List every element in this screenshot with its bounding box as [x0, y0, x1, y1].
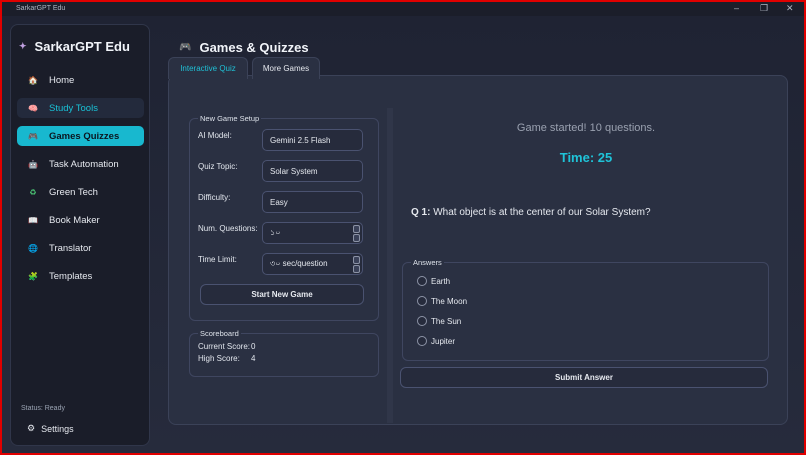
answer-label: Jupiter	[431, 336, 456, 346]
answer-label: The Moon	[431, 296, 468, 306]
title-bar: SarkarGPT Edu – ❐ ✕	[2, 2, 804, 16]
difficulty-select[interactable]: Easy	[262, 191, 363, 213]
num-questions-stepper[interactable]: ১০	[262, 222, 363, 244]
sidebar-item-home[interactable]: 🏠 Home	[17, 70, 144, 90]
num-questions-value: ১০	[270, 227, 281, 237]
home-icon: 🏠	[28, 75, 38, 85]
high-score-value: 4	[251, 354, 256, 363]
num-questions-label: Num. Questions:	[198, 224, 258, 233]
settings-button[interactable]: ⚙ Settings	[27, 423, 74, 434]
status-text: Status: Ready	[21, 405, 65, 412]
sidebar-item-games-quizzes[interactable]: 🎮 Games Quizzes	[17, 126, 144, 146]
book-icon: 📖	[28, 215, 38, 225]
current-score-value: 0	[251, 342, 256, 351]
gamepad-icon: 🎮	[179, 42, 192, 53]
sidebar-item-task-automation[interactable]: 🤖 Task Automation	[17, 154, 144, 174]
brand-name: SarkarGPT Edu	[34, 39, 130, 54]
sidebar-item-label: Translator	[49, 242, 92, 254]
answer-option[interactable]: The Moon	[417, 296, 467, 306]
answer-option[interactable]: The Sun	[417, 316, 461, 326]
answer-option[interactable]: Earth	[417, 276, 450, 286]
settings-label: Settings	[41, 423, 74, 434]
time-limit-value: ৩০ sec/question	[270, 258, 328, 268]
time-limit-label: Time Limit:	[198, 255, 237, 264]
close-button[interactable]: ✕	[786, 3, 794, 14]
logo-icon: ✦	[19, 41, 27, 51]
group-label: New Game Setup	[198, 114, 262, 123]
quiz-topic-input[interactable]: Solar System	[262, 160, 363, 182]
page-title-text: Games & Quizzes	[199, 40, 309, 55]
sidebar-item-templates[interactable]: 🧩 Templates	[17, 266, 144, 286]
app-window: SarkarGPT Edu – ❐ ✕ ✦ SarkarGPT Edu 🏠 Ho…	[2, 2, 804, 453]
sidebar-item-label: Home	[49, 74, 75, 86]
ai-model-select[interactable]: Gemini 2.5 Flash	[262, 129, 363, 151]
submit-answer-button[interactable]: Submit Answer	[400, 367, 768, 388]
increment-button[interactable]	[353, 225, 360, 233]
radio-button[interactable]	[417, 296, 427, 306]
ai-model-label: AI Model:	[198, 131, 232, 140]
globe-icon: 🌐	[28, 243, 38, 253]
question-body: What object is at the center of our Sola…	[433, 207, 651, 218]
radio-button[interactable]	[417, 276, 427, 286]
sidebar-item-label: Green Tech	[49, 186, 98, 198]
sidebar-item-label: Task Automation	[49, 158, 119, 170]
gear-icon: ⚙	[27, 423, 36, 433]
group-label: Scoreboard	[198, 329, 241, 338]
puzzle-icon: 🧩	[28, 271, 38, 281]
sidebar-item-label: Study Tools	[49, 102, 98, 114]
sidebar-item-green-tech[interactable]: ♻ Green Tech	[17, 182, 144, 202]
game-status-text: Game started! 10 questions.	[516, 122, 656, 134]
maximize-button[interactable]: ❐	[760, 3, 768, 14]
sidebar-item-study-tools[interactable]: 🧠 Study Tools	[17, 98, 144, 118]
answer-label: The Sun	[431, 316, 462, 326]
decrement-button[interactable]	[353, 234, 360, 242]
increment-button[interactable]	[353, 256, 360, 264]
answers-group: Answers Earth The Moon The Sun Jupiter	[402, 258, 769, 361]
question-text: Q 1: What object is at the center of our…	[411, 207, 651, 218]
sidebar-item-label: Book Maker	[49, 214, 100, 226]
sidebar-item-book-maker[interactable]: 📖 Book Maker	[17, 210, 144, 230]
difficulty-label: Difficulty:	[198, 193, 231, 202]
recycle-icon: ♻	[29, 187, 37, 197]
minimize-button[interactable]: –	[734, 3, 739, 13]
group-label: Answers	[411, 258, 444, 267]
sidebar-item-label: Templates	[49, 270, 93, 282]
radio-button[interactable]	[417, 316, 427, 326]
gamepad-icon: 🎮	[28, 131, 38, 141]
start-new-game-button[interactable]: Start New Game	[200, 284, 364, 305]
brand: ✦ SarkarGPT Edu	[19, 39, 130, 54]
sidebar-item-translator[interactable]: 🌐 Translator	[17, 238, 144, 258]
tab-more-games[interactable]: More Games	[252, 57, 320, 79]
page-title: 🎮 Games & Quizzes	[179, 40, 309, 55]
tab-interactive-quiz[interactable]: Interactive Quiz	[168, 57, 248, 79]
timer-text: Time: 25	[559, 150, 613, 165]
quiz-topic-label: Quiz Topic:	[198, 162, 238, 171]
decrement-button[interactable]	[353, 265, 360, 273]
radio-button[interactable]	[417, 336, 427, 346]
question-number: Q 1:	[411, 207, 431, 218]
high-score-label: High Score:	[198, 354, 240, 363]
current-score-label: Current Score:	[198, 342, 251, 351]
answer-label: Earth	[431, 276, 451, 286]
panel-splitter[interactable]	[387, 108, 393, 423]
time-limit-stepper[interactable]: ৩০ sec/question	[262, 253, 363, 275]
answer-option[interactable]: Jupiter	[417, 336, 455, 346]
window-title: SarkarGPT Edu	[16, 5, 66, 12]
sidebar-item-label: Games Quizzes	[49, 130, 120, 142]
robot-icon: 🤖	[28, 159, 38, 169]
sidebar: ✦ SarkarGPT Edu 🏠 Home 🧠 Study Tools 🎮 G…	[10, 24, 150, 446]
brain-icon: 🧠	[28, 103, 38, 113]
